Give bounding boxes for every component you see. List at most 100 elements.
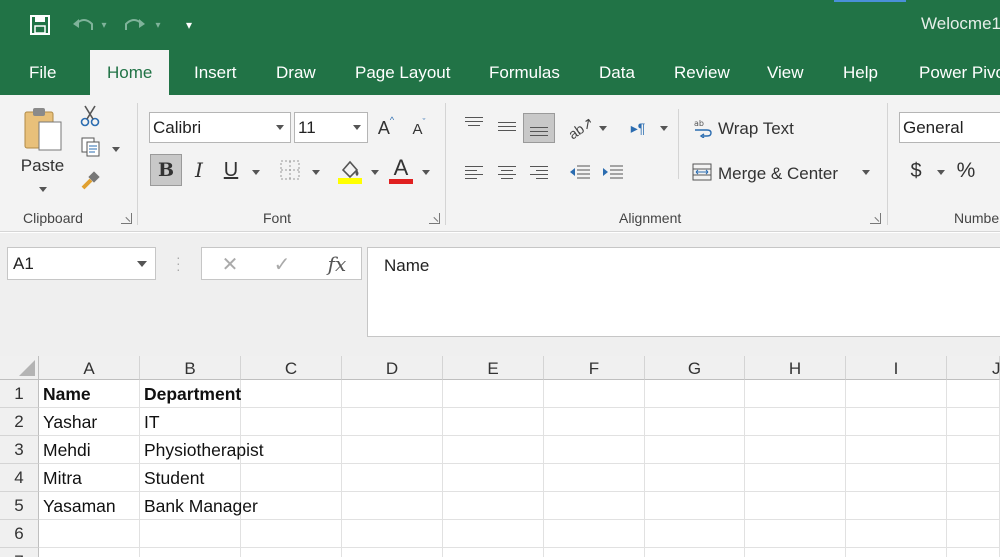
increase-indent-icon[interactable] xyxy=(600,161,626,185)
column-header[interactable]: D xyxy=(342,356,443,380)
cell[interactable] xyxy=(745,492,846,520)
cell[interactable] xyxy=(745,436,846,464)
column-header[interactable]: F xyxy=(544,356,645,380)
cell[interactable] xyxy=(443,520,544,548)
alignment-launcher-icon[interactable] xyxy=(870,213,881,224)
cell[interactable] xyxy=(342,548,443,557)
cell[interactable] xyxy=(846,464,947,492)
paste-dropdown-icon[interactable] xyxy=(39,187,47,192)
name-box[interactable]: A1 xyxy=(7,247,156,280)
cell[interactable] xyxy=(745,464,846,492)
tab-home[interactable]: Home xyxy=(90,50,170,95)
row-header[interactable]: 7 xyxy=(0,548,39,557)
formula-input[interactable]: Name xyxy=(367,247,1000,337)
cell[interactable] xyxy=(645,520,745,548)
cell[interactable] xyxy=(39,548,140,557)
cell[interactable]: Name xyxy=(39,380,140,408)
merge-center-dropdown-icon[interactable] xyxy=(862,170,870,175)
cell[interactable] xyxy=(846,548,947,557)
cell[interactable] xyxy=(745,408,846,436)
cell[interactable] xyxy=(443,408,544,436)
cell[interactable] xyxy=(241,548,342,557)
font-launcher-icon[interactable] xyxy=(429,213,440,224)
number-format-combo[interactable]: General xyxy=(899,112,1000,143)
wrap-text-button[interactable]: Wrap Text xyxy=(718,115,794,143)
cell[interactable] xyxy=(745,520,846,548)
column-header[interactable]: A xyxy=(39,356,140,380)
cell[interactable] xyxy=(947,548,1000,557)
cell[interactable] xyxy=(241,520,342,548)
cell[interactable]: Yasaman xyxy=(39,492,140,520)
row-header[interactable]: 2 xyxy=(0,408,39,436)
cell[interactable]: Student xyxy=(140,464,241,492)
decrease-indent-icon[interactable] xyxy=(567,161,593,185)
tab-help[interactable]: Help xyxy=(843,50,878,95)
align-center-icon[interactable] xyxy=(498,166,516,182)
column-header[interactable]: C xyxy=(241,356,342,380)
paste-icon[interactable] xyxy=(20,105,68,155)
cell[interactable] xyxy=(544,436,645,464)
currency-button[interactable]: $ xyxy=(905,157,927,185)
cell[interactable] xyxy=(544,464,645,492)
cancel-icon[interactable]: ✕ xyxy=(219,252,241,276)
chevron-down-icon[interactable] xyxy=(137,261,147,267)
cell[interactable] xyxy=(241,464,342,492)
cell[interactable] xyxy=(947,464,1000,492)
cell[interactable] xyxy=(544,548,645,557)
cell[interactable]: Department xyxy=(140,380,241,408)
cell[interactable] xyxy=(443,492,544,520)
cell[interactable] xyxy=(342,464,443,492)
splitter-handle-icon[interactable]: · · · xyxy=(176,250,181,276)
middle-align-icon[interactable] xyxy=(498,122,516,134)
cell[interactable] xyxy=(140,548,241,557)
wrap-text-icon[interactable]: ab xyxy=(692,117,714,139)
tab-power-pivot[interactable]: Power Pivo xyxy=(919,50,1000,95)
cell[interactable] xyxy=(846,436,947,464)
select-all-button[interactable] xyxy=(0,356,39,380)
cell[interactable]: Physiotherapist xyxy=(140,436,264,464)
cell[interactable] xyxy=(947,520,1000,548)
cell[interactable] xyxy=(443,436,544,464)
row-header[interactable]: 4 xyxy=(0,464,39,492)
cell[interactable] xyxy=(241,492,342,520)
cell[interactable] xyxy=(846,380,947,408)
cell[interactable] xyxy=(645,492,745,520)
tab-draw[interactable]: Draw xyxy=(276,50,316,95)
text-direction-icon[interactable]: ▸¶ xyxy=(625,117,651,139)
chevron-down-icon[interactable] xyxy=(353,125,361,130)
cell[interactable] xyxy=(846,408,947,436)
cell[interactable] xyxy=(947,408,1000,436)
font-name-combo[interactable]: Calibri xyxy=(149,112,291,143)
column-header[interactable]: I xyxy=(846,356,947,380)
merge-center-button[interactable]: Merge & Center xyxy=(718,160,838,188)
cell[interactable]: Mitra xyxy=(39,464,140,492)
cell[interactable]: IT xyxy=(140,408,241,436)
cell[interactable] xyxy=(241,380,342,408)
column-header[interactable]: H xyxy=(745,356,846,380)
row-header[interactable]: 3 xyxy=(0,436,39,464)
cell[interactable] xyxy=(846,520,947,548)
borders-dropdown-icon[interactable] xyxy=(312,170,320,175)
chevron-down-icon[interactable] xyxy=(276,125,284,130)
cell[interactable] xyxy=(544,492,645,520)
undo-icon[interactable] xyxy=(70,12,96,38)
cell[interactable] xyxy=(947,380,1000,408)
cell[interactable] xyxy=(645,436,745,464)
percent-button[interactable]: % xyxy=(953,157,979,185)
cell[interactable] xyxy=(241,408,342,436)
cell[interactable] xyxy=(745,548,846,557)
underline-dropdown-icon[interactable] xyxy=(252,170,260,175)
fill-color-dropdown-icon[interactable] xyxy=(371,170,379,175)
cell[interactable] xyxy=(140,520,241,548)
cell[interactable] xyxy=(645,548,745,557)
cell[interactable] xyxy=(443,548,544,557)
column-header[interactable]: G xyxy=(645,356,745,380)
copy-icon[interactable] xyxy=(78,135,104,159)
decrease-font-size-button[interactable]: Aˇ xyxy=(408,117,430,141)
paste-button[interactable]: Paste xyxy=(15,155,70,177)
tab-formulas[interactable]: Formulas xyxy=(489,50,560,95)
text-direction-dropdown-icon[interactable] xyxy=(660,126,668,131)
tab-file[interactable]: File xyxy=(29,50,56,95)
cell[interactable] xyxy=(241,436,342,464)
column-header[interactable]: E xyxy=(443,356,544,380)
